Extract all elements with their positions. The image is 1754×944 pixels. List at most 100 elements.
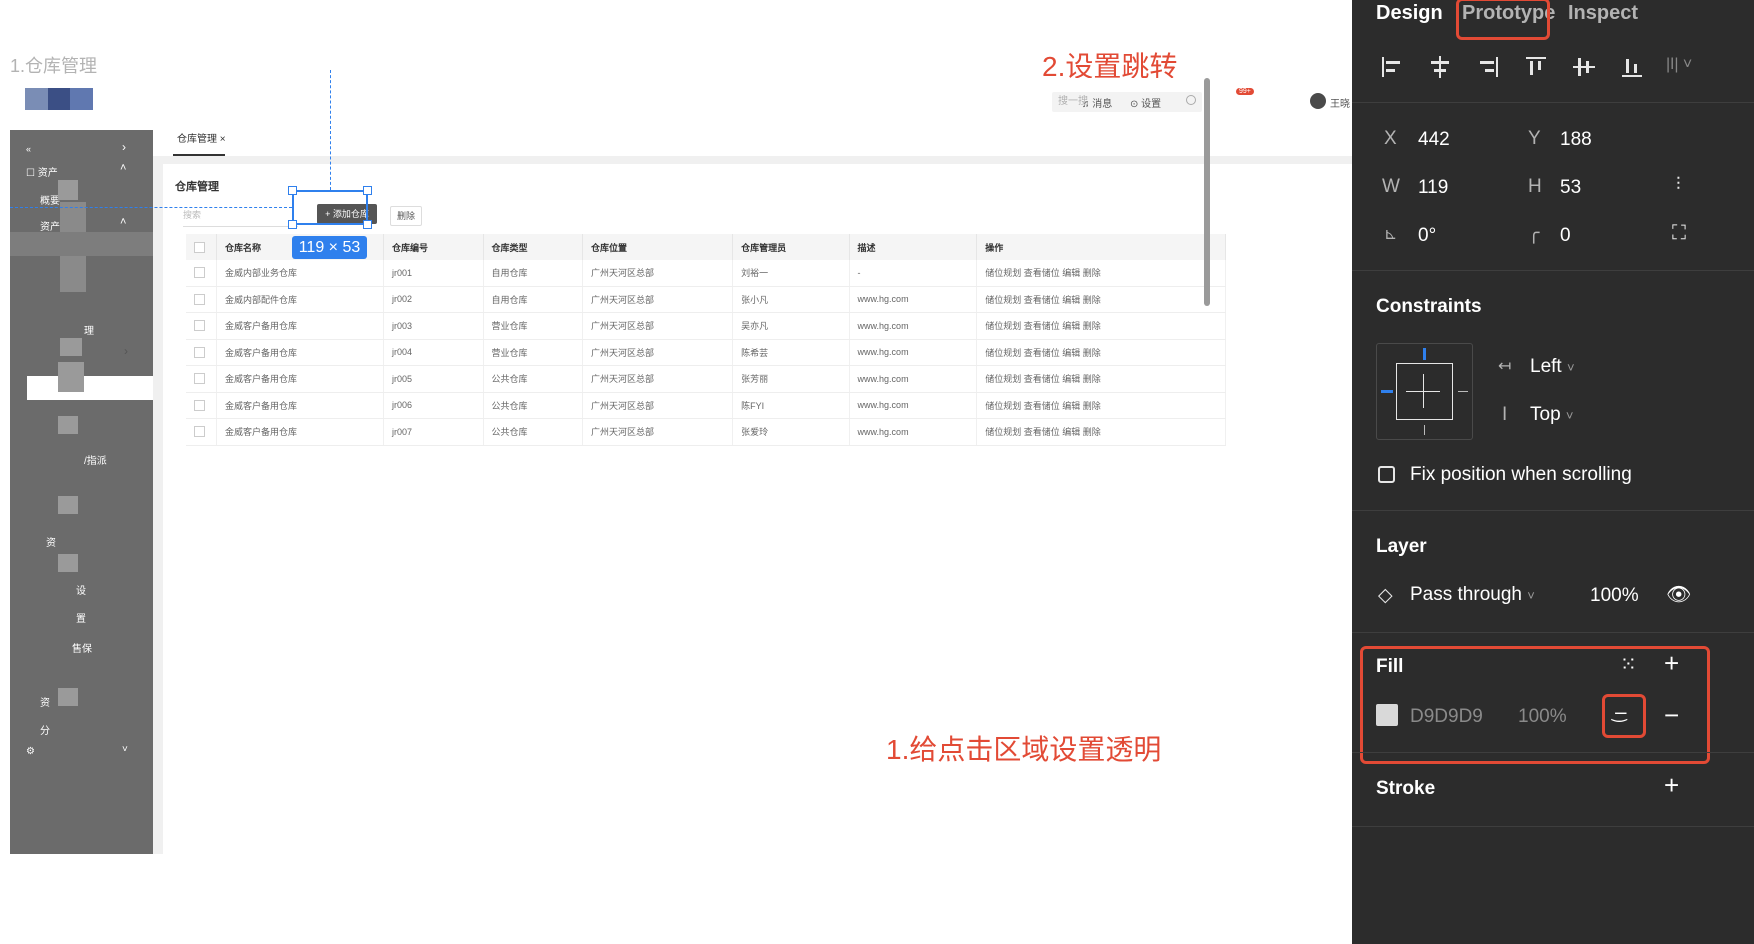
fill-section-highlight	[1360, 646, 1710, 764]
selected-hotspot[interactable]	[288, 186, 372, 229]
horizontal-constraint-select[interactable]: Left ˅	[1530, 356, 1575, 378]
row-checkbox[interactable]	[186, 392, 217, 419]
redacted-block	[60, 338, 82, 356]
h-label: H	[1528, 176, 1542, 197]
align-top-icon[interactable]	[1524, 55, 1548, 79]
row-checkbox[interactable]	[186, 260, 217, 287]
table-cell: 金威客户备用仓库	[216, 418, 385, 446]
row-checkbox[interactable]	[186, 339, 217, 366]
remove-fill-icon[interactable]: −	[1664, 700, 1679, 731]
row-actions[interactable]: 储位规划 查看储位 编辑 删除	[976, 392, 1226, 419]
sidebar-item-config[interactable]: 置	[76, 610, 86, 625]
chevron-down-icon[interactable]: ˅	[122, 744, 128, 755]
top-search-input[interactable]: 搜一搜	[1052, 92, 1202, 112]
x-input[interactable]: 442	[1418, 129, 1450, 151]
gear-icon[interactable]: ⚙	[26, 746, 35, 757]
fill-hex-input[interactable]: D9D9D9	[1410, 706, 1483, 728]
independent-corners-icon[interactable]: ⛶	[1672, 222, 1686, 245]
sidebar-item-collapse[interactable]: « ›	[10, 130, 153, 154]
table-cell: 金威内部配件仓库	[216, 286, 385, 313]
sidebar-item-split[interactable]: 分	[40, 722, 50, 737]
constrain-proportions-icon[interactable]: ⫶	[1676, 174, 1681, 195]
vertical-constraint-select[interactable]: Top ˅	[1530, 404, 1574, 426]
tab-warehouse[interactable]: 仓库管理 ×	[177, 130, 226, 145]
height-input[interactable]: 53	[1560, 177, 1581, 199]
row-actions[interactable]: 储位规划 查看储位 编辑 删除	[976, 339, 1226, 366]
row-actions[interactable]: 储位规划 查看储位 编辑 删除	[976, 312, 1226, 340]
align-horizontal-center-icon[interactable]	[1428, 55, 1452, 79]
sidebar-item-overview[interactable]: 概要	[40, 192, 60, 207]
sidebar-item-warranty[interactable]: 售保	[72, 640, 92, 655]
chevron-up-icon: ˄	[120, 216, 127, 228]
row-checkbox[interactable]	[186, 365, 217, 393]
avatar[interactable]	[1310, 93, 1326, 109]
redacted-block	[58, 688, 78, 706]
settings-link[interactable]: ⊙ 设置	[1130, 95, 1161, 110]
row-actions[interactable]: 储位规划 查看储位 编辑 删除	[976, 365, 1226, 393]
design-canvas[interactable]: 1.仓库管理 2.设置跳转 搜一搜 ♫ 消息 99+ ⊙ 设置 王晓 « › ☐…	[0, 0, 1352, 944]
align-bottom-icon[interactable]	[1620, 55, 1644, 79]
resize-handle[interactable]	[363, 220, 372, 229]
table-cell: www.hg.com	[849, 286, 978, 313]
distribute-menu-icon[interactable]: |ǀ| ˅	[1666, 56, 1692, 74]
style-grid-icon[interactable]: ⁙	[1620, 652, 1637, 677]
resize-handle[interactable]	[288, 186, 297, 195]
corner-radius-input[interactable]: 0	[1560, 225, 1571, 247]
sidebar-item-res[interactable]: 资	[46, 534, 56, 549]
sidebar-item-set[interactable]: 设	[76, 582, 86, 597]
col-header: 仓库编号	[383, 234, 484, 260]
frame-label[interactable]: 1.仓库管理	[10, 52, 97, 78]
rotation-input[interactable]: 0°	[1418, 225, 1436, 247]
tab-inspect[interactable]: Inspect	[1568, 2, 1638, 25]
sidebar-item-res-2[interactable]: 资	[40, 694, 50, 709]
sidebar-item-assets[interactable]: ☐ 资产 ˄	[10, 156, 153, 179]
width-input[interactable]: 119	[1418, 177, 1448, 199]
resize-handle[interactable]	[288, 220, 297, 229]
add-fill-icon[interactable]: +	[1664, 648, 1679, 679]
align-right-icon[interactable]	[1476, 55, 1500, 79]
fill-color-swatch[interactable]	[1376, 704, 1398, 726]
search-icon	[1186, 95, 1196, 105]
fill-opacity-input[interactable]: 100%	[1518, 706, 1567, 728]
table-cell: jr001	[383, 260, 484, 287]
select-all-checkbox[interactable]	[186, 234, 217, 260]
table-cell: www.hg.com	[849, 418, 978, 446]
prototype-guide-vertical	[330, 70, 331, 190]
constraints-widget[interactable]	[1376, 343, 1473, 440]
table-cell: 自用仓库	[483, 286, 584, 313]
row-actions[interactable]: 储位规划 查看储位 编辑 删除	[976, 260, 1226, 287]
top-constraint-handle[interactable]	[1423, 348, 1426, 360]
align-vertical-center-icon[interactable]	[1572, 55, 1596, 79]
col-header: 仓库管理员	[732, 234, 850, 260]
row-checkbox[interactable]	[186, 418, 217, 446]
delete-button[interactable]: 删除	[390, 206, 422, 226]
canvas-scrollbar[interactable]	[1204, 78, 1210, 306]
blend-mode-select[interactable]: Pass through ˅	[1410, 584, 1535, 606]
row-checkbox[interactable]	[186, 286, 217, 313]
row-actions[interactable]: 储位规划 查看储位 编辑 删除	[976, 418, 1226, 446]
row-checkbox[interactable]	[186, 312, 217, 340]
add-stroke-icon[interactable]: +	[1664, 770, 1679, 801]
divider	[1352, 632, 1754, 633]
eye-hidden-icon[interactable]: ‿̶	[1612, 702, 1626, 723]
sidebar-subitem-highlight[interactable]	[10, 232, 153, 256]
sidebar-item-mgmt[interactable]: 理	[84, 322, 94, 337]
table-row: 金威客户备用仓库 jr003 营业仓库 广州天河区总部 吴亦凡 www.hg.com 储位规…	[186, 312, 1226, 340]
eye-icon[interactable]: 👁	[1666, 582, 1691, 607]
left-constraint-handle[interactable]	[1381, 390, 1393, 393]
sidebar-item-assign[interactable]: /指派	[84, 452, 107, 467]
row-actions[interactable]: 储位规划 查看储位 编辑 删除	[976, 286, 1226, 313]
layer-opacity-input[interactable]: 100%	[1590, 585, 1639, 607]
redacted-block	[58, 362, 84, 392]
fix-position-checkbox[interactable]	[1378, 466, 1395, 483]
warehouse-panel: 仓库管理 搜索 + 添加仓库 删除 仓库名称 仓库编号 仓库类型 仓库位置 仓库…	[163, 164, 1352, 854]
rotation-icon: ⊾	[1384, 226, 1398, 243]
align-left-icon[interactable]	[1380, 55, 1404, 79]
tab-bar: 仓库管理 ×	[153, 118, 1352, 156]
y-input[interactable]: 188	[1560, 129, 1592, 151]
tab-design[interactable]: Design	[1376, 2, 1443, 25]
blend-mode-icon: ◇	[1378, 585, 1393, 606]
messages-link[interactable]: ♫ 消息	[1082, 95, 1112, 110]
corner-radius-icon: ╭	[1528, 223, 1540, 244]
resize-handle[interactable]	[363, 186, 372, 195]
